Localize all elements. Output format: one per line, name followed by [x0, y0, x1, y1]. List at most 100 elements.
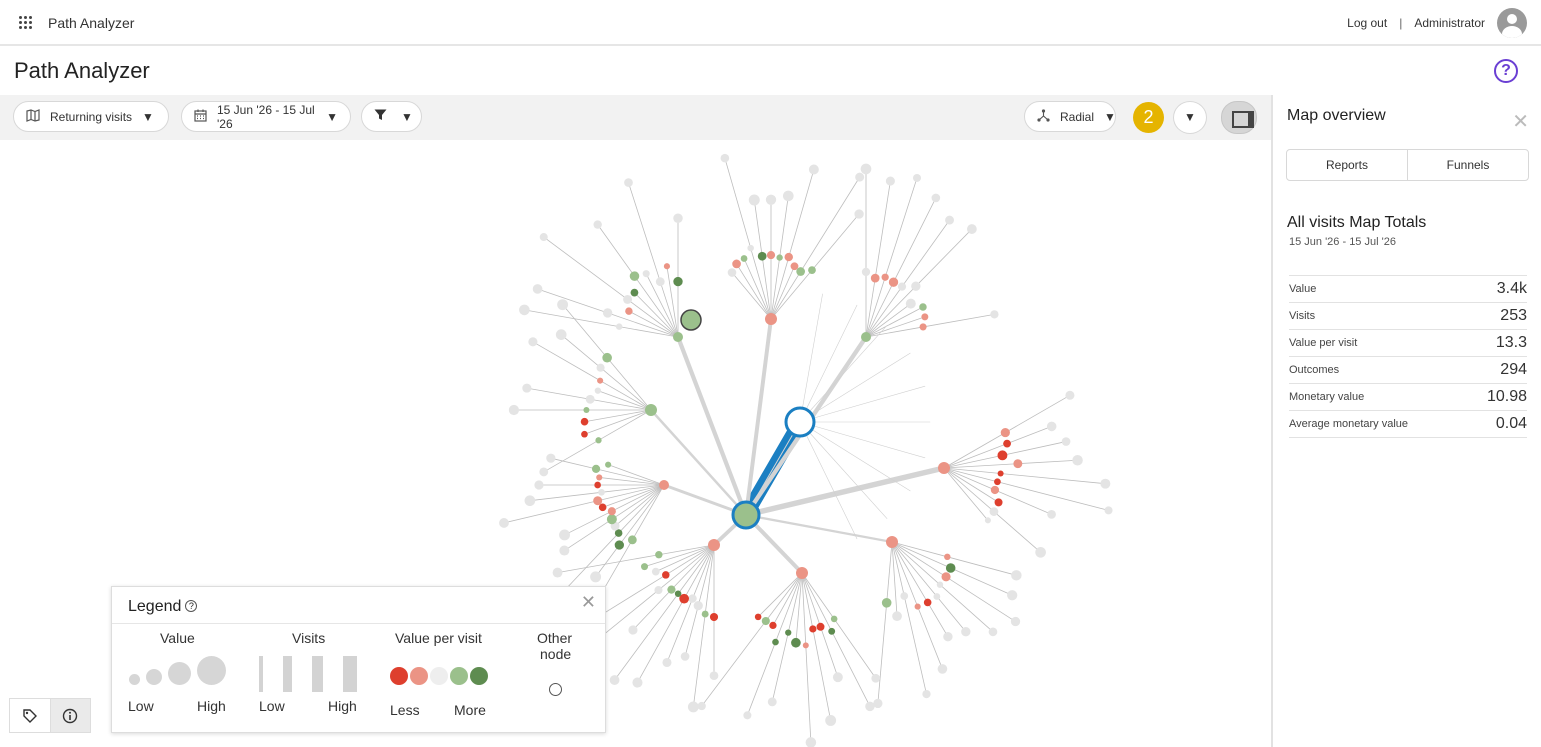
path-link[interactable]	[917, 606, 943, 670]
path-node[interactable]	[709, 671, 719, 681]
path-node[interactable]	[596, 363, 605, 372]
path-node[interactable]	[881, 273, 889, 281]
path-node[interactable]	[854, 209, 864, 219]
path-link[interactable]	[884, 177, 918, 278]
path-link[interactable]	[812, 628, 832, 721]
path-node[interactable]	[923, 598, 932, 607]
path-link[interactable]	[865, 286, 903, 338]
path-node[interactable]	[825, 715, 837, 726]
path-node[interactable]	[809, 625, 817, 633]
path-node[interactable]	[629, 271, 640, 281]
tab-funnels[interactable]: Funnels	[1407, 150, 1528, 180]
path-link[interactable]	[772, 572, 803, 626]
path-node[interactable]	[1047, 510, 1056, 519]
path-link[interactable]	[943, 432, 1006, 469]
path-link[interactable]	[627, 299, 679, 338]
path-node[interactable]	[748, 194, 760, 206]
help-icon[interactable]: ?	[185, 600, 198, 612]
path-node[interactable]	[701, 610, 709, 618]
path-link[interactable]	[618, 484, 665, 534]
path-node[interactable]	[1072, 454, 1083, 466]
path-link[interactable]	[874, 180, 891, 279]
path-node[interactable]	[989, 507, 999, 516]
path-node[interactable]	[897, 282, 907, 291]
path-node[interactable]	[720, 153, 730, 163]
path-node[interactable]	[606, 514, 617, 525]
path-link[interactable]	[801, 572, 833, 632]
path-node[interactable]	[655, 277, 665, 287]
path-node[interactable]	[808, 164, 819, 175]
path-node[interactable]	[784, 406, 816, 438]
path-node[interactable]	[630, 288, 639, 297]
path-link[interactable]	[736, 263, 772, 320]
close-icon[interactable]: ✕	[581, 592, 596, 613]
path-node[interactable]	[654, 586, 663, 595]
path-node[interactable]	[1046, 421, 1057, 432]
path-node[interactable]	[743, 711, 752, 720]
path-link[interactable]	[537, 288, 609, 314]
path-node[interactable]	[627, 535, 637, 545]
path-node[interactable]	[796, 267, 806, 276]
path-node[interactable]	[828, 627, 836, 635]
path-node[interactable]	[766, 250, 776, 260]
path-node[interactable]	[614, 529, 623, 537]
path-node[interactable]	[1011, 570, 1022, 581]
path-node[interactable]	[988, 627, 998, 637]
path-node[interactable]	[805, 737, 817, 747]
path-link[interactable]	[865, 303, 912, 338]
path-link[interactable]	[788, 169, 815, 258]
path-node[interactable]	[532, 284, 543, 294]
path-node[interactable]	[886, 536, 898, 548]
path-link[interactable]	[891, 541, 929, 603]
path-node[interactable]	[708, 539, 720, 551]
filter-dropdown[interactable]: ▼	[361, 101, 422, 132]
path-node[interactable]	[747, 244, 754, 252]
path-node[interactable]	[594, 481, 601, 489]
path-link[interactable]	[675, 334, 749, 518]
path-node[interactable]	[873, 698, 883, 709]
path-node[interactable]	[673, 276, 683, 287]
path-node[interactable]	[519, 304, 530, 316]
path-link[interactable]	[901, 219, 950, 288]
path-link[interactable]	[886, 541, 893, 604]
path-link[interactable]	[649, 408, 748, 517]
path-node[interactable]	[598, 488, 605, 496]
filter-count-badge[interactable]: 2	[1133, 102, 1164, 133]
path-link[interactable]	[503, 500, 599, 524]
path-node[interactable]	[651, 567, 660, 576]
path-node[interactable]	[912, 173, 921, 182]
path-node[interactable]	[757, 251, 767, 261]
user-name[interactable]: Administrator	[1414, 16, 1485, 30]
help-icon[interactable]: ?	[1494, 59, 1518, 83]
path-link[interactable]	[595, 544, 620, 578]
path-node[interactable]	[860, 163, 872, 175]
path-link[interactable]	[799, 325, 888, 423]
path-node[interactable]	[557, 299, 569, 311]
path-node[interactable]	[687, 701, 699, 713]
path-node[interactable]	[936, 581, 944, 588]
path-node[interactable]	[765, 313, 777, 325]
path-node[interactable]	[1100, 478, 1111, 489]
path-link[interactable]	[562, 304, 608, 359]
path-node[interactable]	[740, 255, 748, 262]
path-node[interactable]	[727, 268, 737, 277]
path-link[interactable]	[634, 275, 679, 338]
path-node[interactable]	[546, 453, 556, 463]
info-icon[interactable]	[49, 699, 90, 732]
path-node[interactable]	[641, 563, 649, 571]
path-node[interactable]	[709, 612, 719, 622]
path-link[interactable]	[543, 236, 628, 300]
path-node[interactable]	[583, 406, 590, 414]
path-node[interactable]	[674, 590, 682, 598]
path-node[interactable]	[659, 480, 669, 490]
path-node[interactable]	[938, 462, 950, 474]
path-link[interactable]	[770, 256, 790, 320]
path-node[interactable]	[761, 616, 770, 626]
path-link[interactable]	[805, 644, 812, 743]
path-node[interactable]	[559, 545, 570, 556]
path-node[interactable]	[808, 266, 816, 275]
path-node[interactable]	[593, 220, 602, 229]
path-link[interactable]	[753, 199, 763, 257]
path-node[interactable]	[591, 464, 601, 474]
path-node[interactable]	[609, 675, 620, 685]
